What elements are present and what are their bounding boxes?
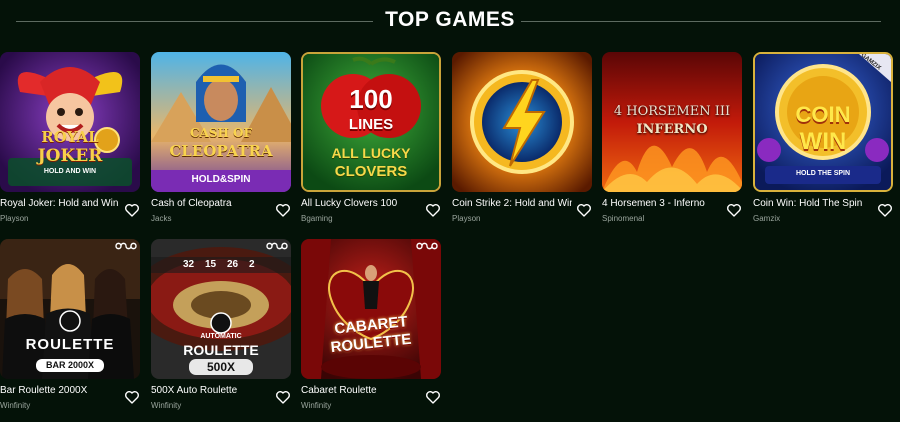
infinity-icon [266,242,288,250]
game-thumbnail[interactable]: ROYAL JOKER HOLD AND WIN [0,52,140,192]
roulette-number: 32 [183,259,195,270]
game-provider: Winfinity [301,401,332,410]
heart-icon[interactable] [425,202,441,218]
game-provider: Winfinity [0,401,31,410]
art-text: ROYAL [41,128,99,146]
divider-right [521,21,881,22]
game-title[interactable]: Bar Roulette 2000X [0,385,120,396]
game-title[interactable]: Coin Win: Hold The Spin [753,198,873,209]
game-title[interactable]: Cabaret Roulette [301,385,421,396]
game-provider: Jacks [151,214,172,223]
art-text: AUTOMATIC [200,333,242,340]
art-text: INFERNO [636,122,708,137]
heart-icon[interactable] [275,202,291,218]
game-thumbnail[interactable] [452,52,592,192]
art-text: CLEOPATRA [169,142,273,160]
game-provider: Playson [452,214,481,223]
roulette-number: 15 [205,259,217,270]
game-card[interactable]: ROYAL JOKER HOLD AND WIN Royal Joker: Ho… [0,52,140,223]
game-thumbnail[interactable]: 100 LINES ALL LUCKY CLOVERS [301,52,441,192]
art-text: WIN [799,128,847,155]
art-text: CLOVERS [334,163,408,180]
game-card[interactable]: CABARET ROULETTE Cabaret Roulette Winfin… [301,239,441,410]
game-card[interactable]: ROULETTE BAR 2000X Bar Roulette 2000X Wi… [0,239,140,410]
game-title[interactable]: Cash of Cleopatra [151,198,271,209]
game-card[interactable]: COIN WIN HOLD THE SPIN GAMZIX Coin Win: … [753,52,893,223]
art-text: ROULETTE [183,342,259,358]
heart-icon[interactable] [124,202,140,218]
game-thumbnail[interactable]: COIN WIN HOLD THE SPIN GAMZIX [753,52,893,192]
heart-icon[interactable] [877,202,893,218]
art-text: CASH OF [189,126,252,140]
game-card[interactable]: 4 HORSEMEN III INFERNO 4 Horsemen 3 - In… [602,52,742,223]
game-title[interactable]: All Lucky Clovers 100 [301,198,421,209]
game-provider: Bgaming [301,214,333,223]
game-provider: Gamzix [753,214,781,223]
infinity-icon [416,242,438,250]
art-text: HOLD&SPIN [191,174,251,185]
game-card[interactable]: CASH OF CLEOPATRA HOLD&SPIN Cash of Cleo… [151,52,291,223]
art-text: 100 [349,84,393,114]
game-thumbnail[interactable]: ROULETTE BAR 2000X [0,239,140,379]
heart-icon[interactable] [726,202,742,218]
heart-icon[interactable] [124,389,140,405]
art-text: 4 HORSEMEN III [613,104,731,119]
roulette-number: 2 [249,259,255,270]
lightning-coin-icon [452,52,592,192]
art-text: ALL LUCKY [331,145,411,161]
section-header: TOP GAMES [0,0,900,46]
game-title[interactable]: 500X Auto Roulette [151,385,271,396]
infinity-icon [115,242,137,250]
game-thumbnail[interactable]: 4 HORSEMEN III INFERNO [602,52,742,192]
roulette-number: 26 [227,259,239,270]
art-text: JOKER [37,146,103,166]
game-card[interactable]: 32 15 26 2 AUTOMATIC ROULETTE 500X 500X … [151,239,291,410]
art-text: ROULETTE [25,336,115,353]
art-text: BAR 2000X [45,360,95,370]
art-text: HOLD AND WIN [43,168,97,175]
game-provider: Winfinity [151,401,182,410]
game-thumbnail[interactable]: 32 15 26 2 AUTOMATIC ROULETTE 500X [151,239,291,379]
art-text: 500X [206,360,236,374]
game-title[interactable]: Coin Strike 2: Hold and Win [452,198,572,209]
heart-icon[interactable] [425,389,441,405]
heart-icon[interactable] [576,202,592,218]
art-text: COIN [795,102,851,127]
game-card[interactable]: 100 LINES ALL LUCKY CLOVERS All Lucky Cl… [301,52,441,223]
game-provider: Spinomenal [602,214,645,223]
game-thumbnail[interactable]: CASH OF CLEOPATRA HOLD&SPIN [151,52,291,192]
game-title[interactable]: 4 Horsemen 3 - Inferno [602,198,722,209]
game-thumbnail[interactable]: CABARET ROULETTE [301,239,441,379]
section-title: TOP GAMES [385,8,515,31]
art-text: LINES [348,116,394,133]
game-provider: Playson [0,214,29,223]
game-title[interactable]: Royal Joker: Hold and Win [0,198,120,209]
game-card[interactable]: Coin Strike 2: Hold and Win Playson [452,52,592,223]
art-text: HOLD THE SPIN [795,170,851,177]
heart-icon[interactable] [275,389,291,405]
